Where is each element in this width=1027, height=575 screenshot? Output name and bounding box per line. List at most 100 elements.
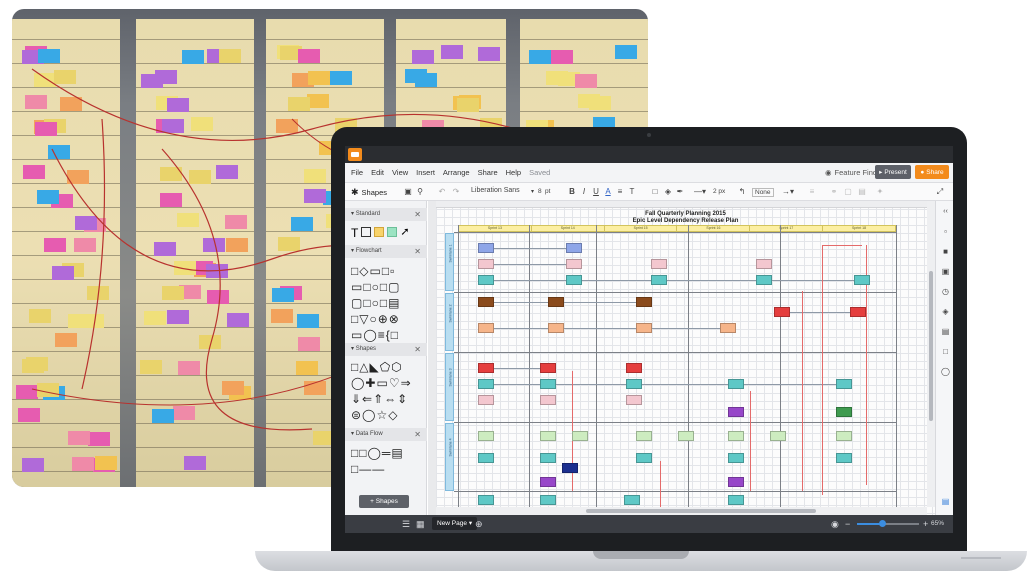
dependency-connector[interactable] — [494, 302, 548, 303]
undo-icon[interactable]: ↶ — [437, 186, 447, 197]
swimlane-label[interactable]: Swimlane 1 — [445, 233, 454, 291]
lock-icon[interactable]: ▢ — [843, 186, 853, 197]
shape-row[interactable]: ⇓⇐⇑⇔⇕ — [351, 393, 408, 405]
epic-card[interactable] — [478, 275, 494, 285]
epic-card[interactable] — [624, 495, 640, 505]
app-logo-icon[interactable] — [348, 148, 362, 161]
epic-card[interactable] — [478, 453, 494, 463]
epic-card[interactable] — [562, 463, 578, 473]
magic-icon[interactable]: ✦ — [875, 186, 885, 197]
menu-help[interactable]: Help — [506, 168, 521, 177]
link-icon[interactable]: ⚭ — [829, 186, 839, 197]
red-dependency-line[interactable] — [750, 391, 751, 491]
epic-card[interactable] — [478, 363, 494, 373]
line-color-icon[interactable]: ✒ — [675, 186, 685, 197]
section-standard-header[interactable]: ▾ Standard ✕ — [345, 208, 427, 221]
italic-icon[interactable]: I — [579, 186, 589, 197]
close-icon[interactable]: ✕ — [414, 245, 421, 258]
epic-card[interactable] — [540, 395, 556, 405]
epic-card[interactable] — [626, 363, 642, 373]
epic-card[interactable] — [774, 307, 790, 317]
scroll-thumb[interactable] — [586, 509, 816, 513]
menu-insert[interactable]: Insert — [416, 168, 435, 177]
epic-card[interactable] — [836, 407, 852, 417]
epic-card[interactable] — [678, 431, 694, 441]
page-icon[interactable]: ▫ — [941, 227, 950, 236]
epic-card[interactable] — [540, 379, 556, 389]
epic-card[interactable] — [651, 275, 667, 285]
font-family-select[interactable]: Liberation Sans — [471, 187, 520, 194]
arrow-shape-icon[interactable]: ➚ — [400, 227, 409, 239]
underline-icon[interactable]: U — [591, 186, 601, 197]
epic-card[interactable] — [770, 431, 786, 441]
feature-find-button[interactable]: ◉ Feature Find — [825, 168, 877, 177]
shape-row[interactable]: ▭□○□▢ — [351, 281, 400, 293]
image-icon[interactable]: ▣ — [403, 186, 413, 197]
shape-row[interactable]: □▽○⊕⊗ — [351, 313, 400, 325]
zoom-out-icon[interactable]: − — [845, 519, 850, 529]
shape-row[interactable]: ▢□○□▤ — [351, 297, 400, 309]
epic-card[interactable] — [850, 307, 866, 317]
shape-row[interactable]: □△◣⬠⬡ — [351, 361, 403, 373]
epic-card[interactable] — [836, 453, 852, 463]
red-dependency-line[interactable] — [802, 291, 803, 491]
text-color-icon[interactable]: A — [603, 186, 613, 197]
red-dependency-line[interactable] — [822, 245, 823, 495]
shapes-panel-toggle[interactable]: ✱ Shapes — [351, 187, 387, 198]
epic-card[interactable] — [478, 395, 494, 405]
red-dependency-line[interactable] — [660, 461, 661, 511]
image-library-icon[interactable]: ▤ — [941, 327, 950, 336]
shape-row[interactable]: □—— — [351, 463, 385, 475]
epic-card[interactable] — [540, 431, 556, 441]
section-flowchart-header[interactable]: ▾ Flowchart ✕ — [345, 245, 427, 258]
presentation-icon[interactable]: ▣ — [941, 267, 950, 276]
shape-row[interactable]: □◇▭□▫ — [351, 265, 395, 277]
section-shapes-header[interactable]: ▾ Shapes ✕ — [345, 343, 427, 356]
dependency-connector[interactable] — [564, 328, 636, 329]
shape-row[interactable]: ⊜◯☆◇ — [351, 409, 398, 421]
text-shape-icon[interactable]: T — [351, 227, 358, 239]
font-size-value[interactable]: 8 — [538, 188, 542, 195]
shape-border-icon[interactable]: □ — [650, 186, 660, 197]
dependency-connector[interactable] — [772, 280, 854, 281]
epic-card[interactable] — [478, 259, 494, 269]
epic-card[interactable] — [478, 495, 494, 505]
close-icon[interactable]: ✕ — [414, 428, 421, 441]
dependency-connector[interactable] — [494, 248, 566, 249]
dependency-connector[interactable] — [556, 384, 626, 385]
line-width-select[interactable]: 2 px — [713, 188, 725, 195]
epic-card[interactable] — [478, 297, 494, 307]
vertical-scrollbar[interactable] — [927, 201, 935, 507]
epic-card[interactable] — [836, 431, 852, 441]
line-style-select[interactable]: —▾ — [691, 186, 709, 197]
dependency-connector[interactable] — [582, 280, 652, 281]
epic-card[interactable] — [636, 297, 652, 307]
epic-card[interactable] — [540, 453, 556, 463]
epic-card[interactable] — [478, 431, 494, 441]
connector-icon[interactable]: ↰ — [737, 186, 747, 197]
fill-icon[interactable]: ◈ — [663, 186, 673, 197]
feedback-icon[interactable]: ▤ — [941, 497, 950, 506]
layers-icon[interactable]: ◈ — [941, 307, 950, 316]
dependency-connector[interactable] — [494, 384, 540, 385]
epic-card[interactable] — [728, 477, 744, 487]
epic-card[interactable] — [540, 363, 556, 373]
dependency-connector[interactable] — [652, 328, 720, 329]
epic-card[interactable] — [854, 275, 870, 285]
epic-card[interactable] — [566, 243, 582, 253]
rectangle-shape-icon[interactable] — [361, 227, 372, 237]
epic-card[interactable] — [548, 323, 564, 333]
epic-card[interactable] — [728, 407, 744, 417]
epic-card[interactable] — [478, 323, 494, 333]
data-icon[interactable]: ◯ — [941, 367, 950, 376]
swimlane-label[interactable]: Swimlane 3 — [445, 353, 454, 421]
diagram-canvas[interactable]: Fall Quarterly Planning 2015 Epic Level … — [436, 201, 935, 515]
section-dataflow-header[interactable]: ▾ Data Flow ✕ — [345, 428, 427, 441]
line-start-select[interactable]: None — [752, 188, 774, 197]
panel-scrollbar[interactable] — [428, 201, 436, 515]
menu-arrange[interactable]: Arrange — [443, 168, 470, 177]
search-icon[interactable]: ⚲ — [415, 186, 425, 197]
epic-card[interactable] — [572, 431, 588, 441]
add-page-icon[interactable]: ⊕ — [475, 519, 483, 530]
line-end-select[interactable]: →▾ — [779, 186, 797, 197]
